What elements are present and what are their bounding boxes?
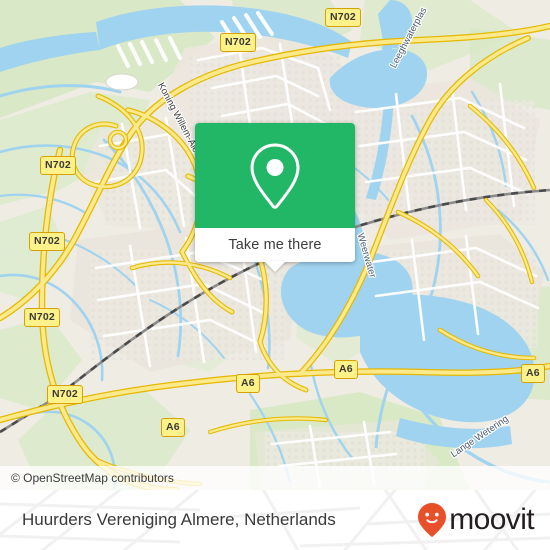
- road-shield-n702: N702: [40, 156, 76, 175]
- take-me-there-label: Take me there: [228, 237, 322, 253]
- road-shield-a6: A6: [334, 360, 358, 379]
- road-shield-a6: A6: [161, 418, 185, 437]
- map-page: N702 N702 N702 N702 N702 N702 A6 A6 A6 A…: [0, 0, 550, 550]
- road-shield-a6: A6: [236, 374, 260, 393]
- popup-cta-panel[interactable]: Take me there: [195, 228, 355, 262]
- road-shield-n702: N702: [24, 308, 60, 327]
- moovit-pin-smiley-icon: [418, 503, 447, 537]
- place-title: Huurders Vereniging Almere, Netherlands: [22, 510, 336, 529]
- openstreetmap-attribution[interactable]: © OpenStreetMap contributors: [11, 471, 174, 485]
- road-shield-n702: N702: [325, 8, 361, 27]
- road-shield-n702: N702: [220, 33, 256, 52]
- take-me-there-popup[interactable]: Take me there: [195, 123, 355, 272]
- moovit-wordmark: moovit: [449, 503, 534, 536]
- map-attribution-bar: © OpenStreetMap contributors: [0, 466, 550, 490]
- popup-pointer-tail: [264, 261, 286, 272]
- road-shield-n702: N702: [47, 385, 83, 404]
- map-viewport[interactable]: N702 N702 N702 N702 N702 N702 A6 A6 A6 A…: [0, 0, 550, 490]
- popup-image-panel: [195, 123, 355, 228]
- road-shield-a6: A6: [521, 364, 545, 383]
- moovit-brand[interactable]: moovit: [417, 490, 535, 550]
- footer-bar: Huurders Vereniging Almere, Netherlands …: [0, 490, 550, 550]
- map-pin-icon: [250, 142, 300, 209]
- road-shield-n702: N702: [29, 232, 65, 251]
